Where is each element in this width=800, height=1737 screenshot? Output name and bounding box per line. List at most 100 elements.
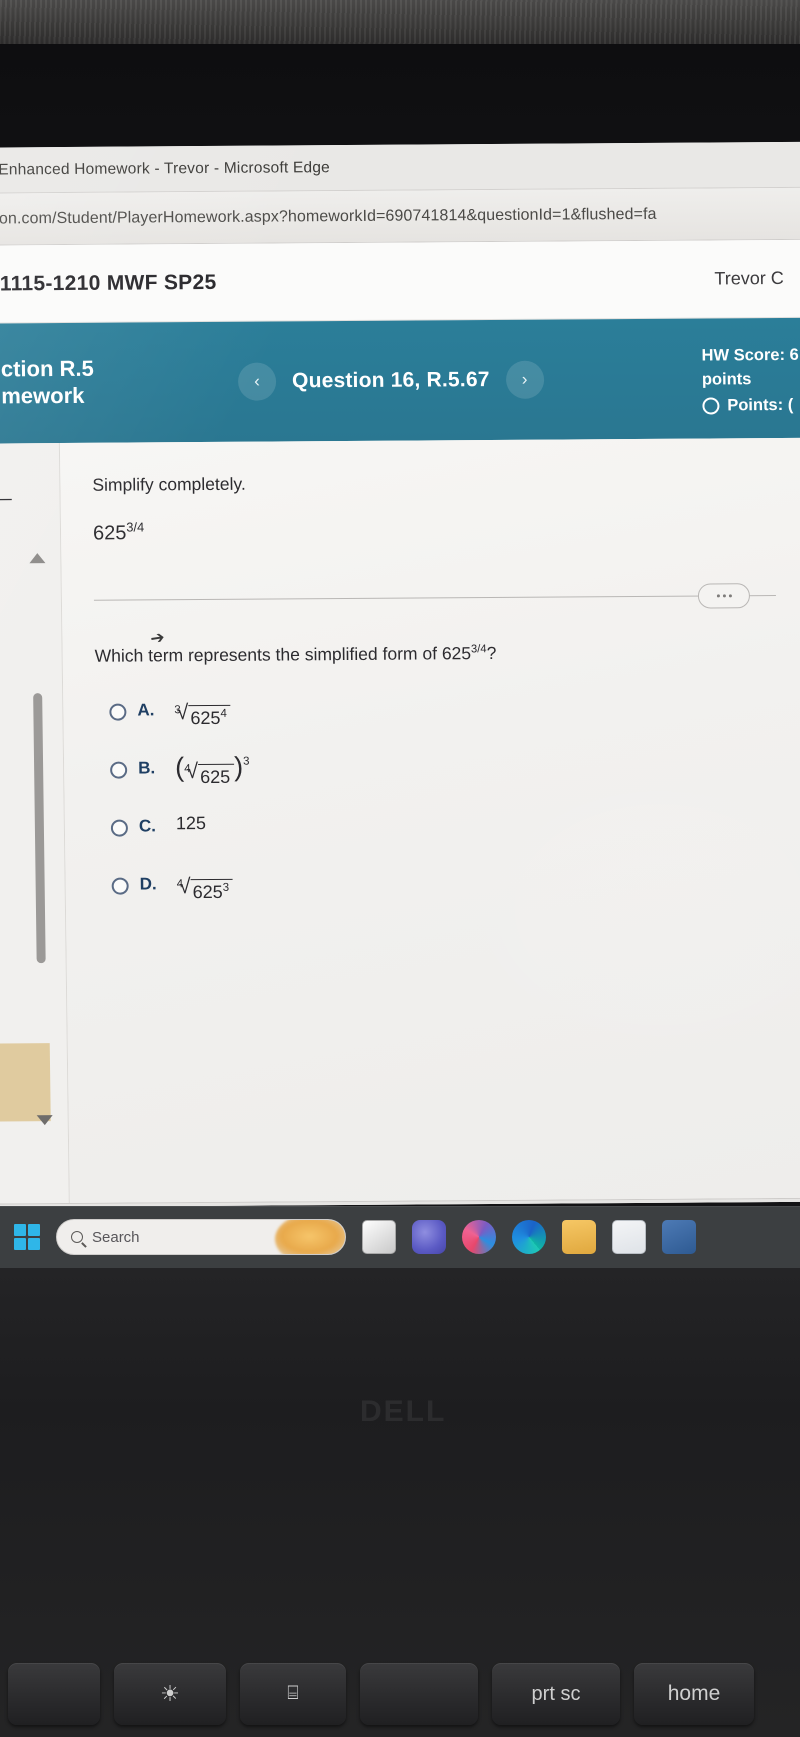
answer-option-c[interactable]: C. 125 xyxy=(110,808,779,847)
keyboard-key[interactable] xyxy=(360,1663,478,1725)
expression-base: 625 xyxy=(92,522,127,545)
laptop-screen: Enhanced Homework - Trevor - Microsoft E… xyxy=(0,141,800,1208)
radicand-exponent: 3 xyxy=(222,881,230,894)
radio-button-b[interactable] xyxy=(110,761,128,779)
windows-start-icon[interactable] xyxy=(14,1224,40,1250)
score-summary: HW Score: 6 points Points: ( xyxy=(701,344,799,418)
course-title: 1115-1210 MWF SP25 xyxy=(0,270,217,295)
dot-icon xyxy=(722,594,726,598)
hw-score-label: HW Score: 6 xyxy=(701,345,799,365)
content-divider-row xyxy=(93,581,776,616)
radicand-value: 625 xyxy=(192,881,223,902)
prompt-exponent: 3/4 xyxy=(470,642,487,655)
tan-overlay-block xyxy=(0,1043,51,1122)
option-letter-c: C. xyxy=(138,816,157,836)
question-label: Question 16, R.5.67 xyxy=(291,368,490,393)
content-divider xyxy=(93,594,776,601)
prompt-suffix: ? xyxy=(486,642,497,663)
answer-option-d[interactable]: D. 4 √ 6253 xyxy=(111,866,779,905)
browser-address-bar[interactable]: on.com/Student/PlayerHomework.aspx?homew… xyxy=(0,187,800,246)
next-question-button[interactable]: › xyxy=(505,360,544,399)
question-body: I← Simplify completely. 6253/4 Which ter… xyxy=(0,437,800,1204)
store-icon[interactable] xyxy=(662,1220,696,1254)
keyboard-key-printscreen[interactable]: prt sc xyxy=(492,1663,620,1725)
scroll-down-arrow-icon[interactable] xyxy=(36,1115,53,1126)
prompt-base: 625 xyxy=(441,642,472,664)
radicand: 6254 xyxy=(188,704,232,729)
mail-icon[interactable] xyxy=(612,1220,646,1254)
edge-icon[interactable] xyxy=(512,1220,546,1254)
points-radio-icon xyxy=(702,397,720,415)
radicand: 625 xyxy=(198,763,235,788)
browser-title-bar: Enhanced Homework - Trevor - Microsoft E… xyxy=(0,141,800,194)
outer-exponent: 3 xyxy=(242,755,250,768)
question-navigation: ‹ Question 16, R.5.67 › xyxy=(237,360,544,401)
question-content: Simplify completely. 6253/4 Which term r… xyxy=(59,437,800,1203)
points-value-label: Points: ( xyxy=(727,395,794,415)
previous-question-button[interactable]: ‹ xyxy=(237,362,277,401)
back-to-start-icon[interactable]: I← xyxy=(0,479,18,512)
mouse-cursor-icon: ➔ xyxy=(148,627,166,649)
answer-option-a[interactable]: A. 3 √ 6254 xyxy=(109,692,777,731)
radical-expression: 4 √ 6253 xyxy=(177,874,234,903)
radicand-exponent: 4 xyxy=(220,707,227,720)
office-icon[interactable] xyxy=(462,1220,496,1254)
keyboard-key[interactable] xyxy=(8,1663,100,1725)
radicand-value: 625 xyxy=(190,707,221,728)
open-paren: ( xyxy=(174,751,185,782)
light-glare xyxy=(275,1220,345,1254)
search-icon xyxy=(71,1231,83,1243)
keyboard-key-brightness[interactable]: ☀ xyxy=(114,1663,226,1725)
option-math-d: 4 √ 6253 xyxy=(176,870,234,903)
answer-choices: A. 3 √ 6254 B. (4 √ 625)3 C. 125 D. 4 … xyxy=(95,692,780,905)
option-math-a: 3 √ 6254 xyxy=(174,696,232,729)
scroll-up-arrow-icon[interactable] xyxy=(29,553,46,564)
points-label: points xyxy=(701,370,752,389)
points-row: Points: ( xyxy=(702,394,800,419)
laptop-brand-watermark: DELL xyxy=(360,1395,447,1428)
keyboard-row: ☀ ⌸ prt sc home xyxy=(0,1663,800,1737)
user-name[interactable]: Trevor C xyxy=(714,268,784,289)
browser-window-title: Enhanced Homework - Trevor - Microsoft E… xyxy=(0,158,331,178)
radicand: 6253 xyxy=(190,878,234,903)
file-explorer-icon[interactable] xyxy=(362,1220,396,1254)
question-prompt: Which term represents the simplified for… xyxy=(95,641,777,667)
dot-icon xyxy=(716,594,720,598)
radio-button-d[interactable] xyxy=(111,877,129,895)
assignment-title: ction R.5 mework xyxy=(1,355,217,410)
prompt-prefix: Which term represents the simplified for… xyxy=(94,643,442,666)
search-input[interactable]: Search xyxy=(56,1219,346,1255)
assignment-title-line1: ction R.5 xyxy=(0,355,94,382)
search-placeholder: Search xyxy=(92,1228,140,1246)
windows-taskbar: Search xyxy=(0,1206,800,1268)
address-bar-url[interactable]: on.com/Student/PlayerHomework.aspx?homew… xyxy=(0,205,657,228)
option-math-c: 125 xyxy=(175,812,207,833)
close-paren: ) xyxy=(233,751,244,782)
radio-button-c[interactable] xyxy=(110,819,129,837)
question-instruction: Simplify completely. xyxy=(92,473,246,495)
option-letter-a: A. xyxy=(137,700,155,720)
keyboard-key-home[interactable]: home xyxy=(634,1663,754,1725)
scrollbar-thumb[interactable] xyxy=(33,693,46,964)
answer-option-b[interactable]: B. (4 √ 625)3 xyxy=(110,750,778,789)
radical-expression: 4 √ 625 xyxy=(184,759,235,788)
laptop-photo: Enhanced Homework - Trevor - Microsoft E… xyxy=(0,0,800,1737)
more-options-button[interactable] xyxy=(697,582,751,609)
left-rail: I← xyxy=(0,443,70,1204)
option-math-b: (4 √ 625)3 xyxy=(174,751,250,788)
radical-sign-icon: √ xyxy=(178,874,191,898)
assignment-title-line2: mework xyxy=(1,382,85,409)
dot-icon xyxy=(728,593,732,598)
desk-surface xyxy=(0,0,800,46)
question-expression: 6253/4 xyxy=(93,515,775,545)
option-letter-d: D. xyxy=(139,874,157,894)
expression-exponent: 3/4 xyxy=(126,519,145,535)
teams-icon[interactable] xyxy=(412,1220,446,1254)
radical-sign-icon: √ xyxy=(176,700,189,724)
keyboard-key-taskview[interactable]: ⌸ xyxy=(240,1663,346,1725)
folder-icon[interactable] xyxy=(562,1220,596,1254)
assignment-header: ction R.5 mework ‹ Question 16, R.5.67 ›… xyxy=(0,317,800,444)
course-header: 1115-1210 MWF SP25 Trevor C xyxy=(0,239,800,324)
radio-button-a[interactable] xyxy=(109,703,127,721)
radical-sign-icon: √ xyxy=(186,759,199,783)
